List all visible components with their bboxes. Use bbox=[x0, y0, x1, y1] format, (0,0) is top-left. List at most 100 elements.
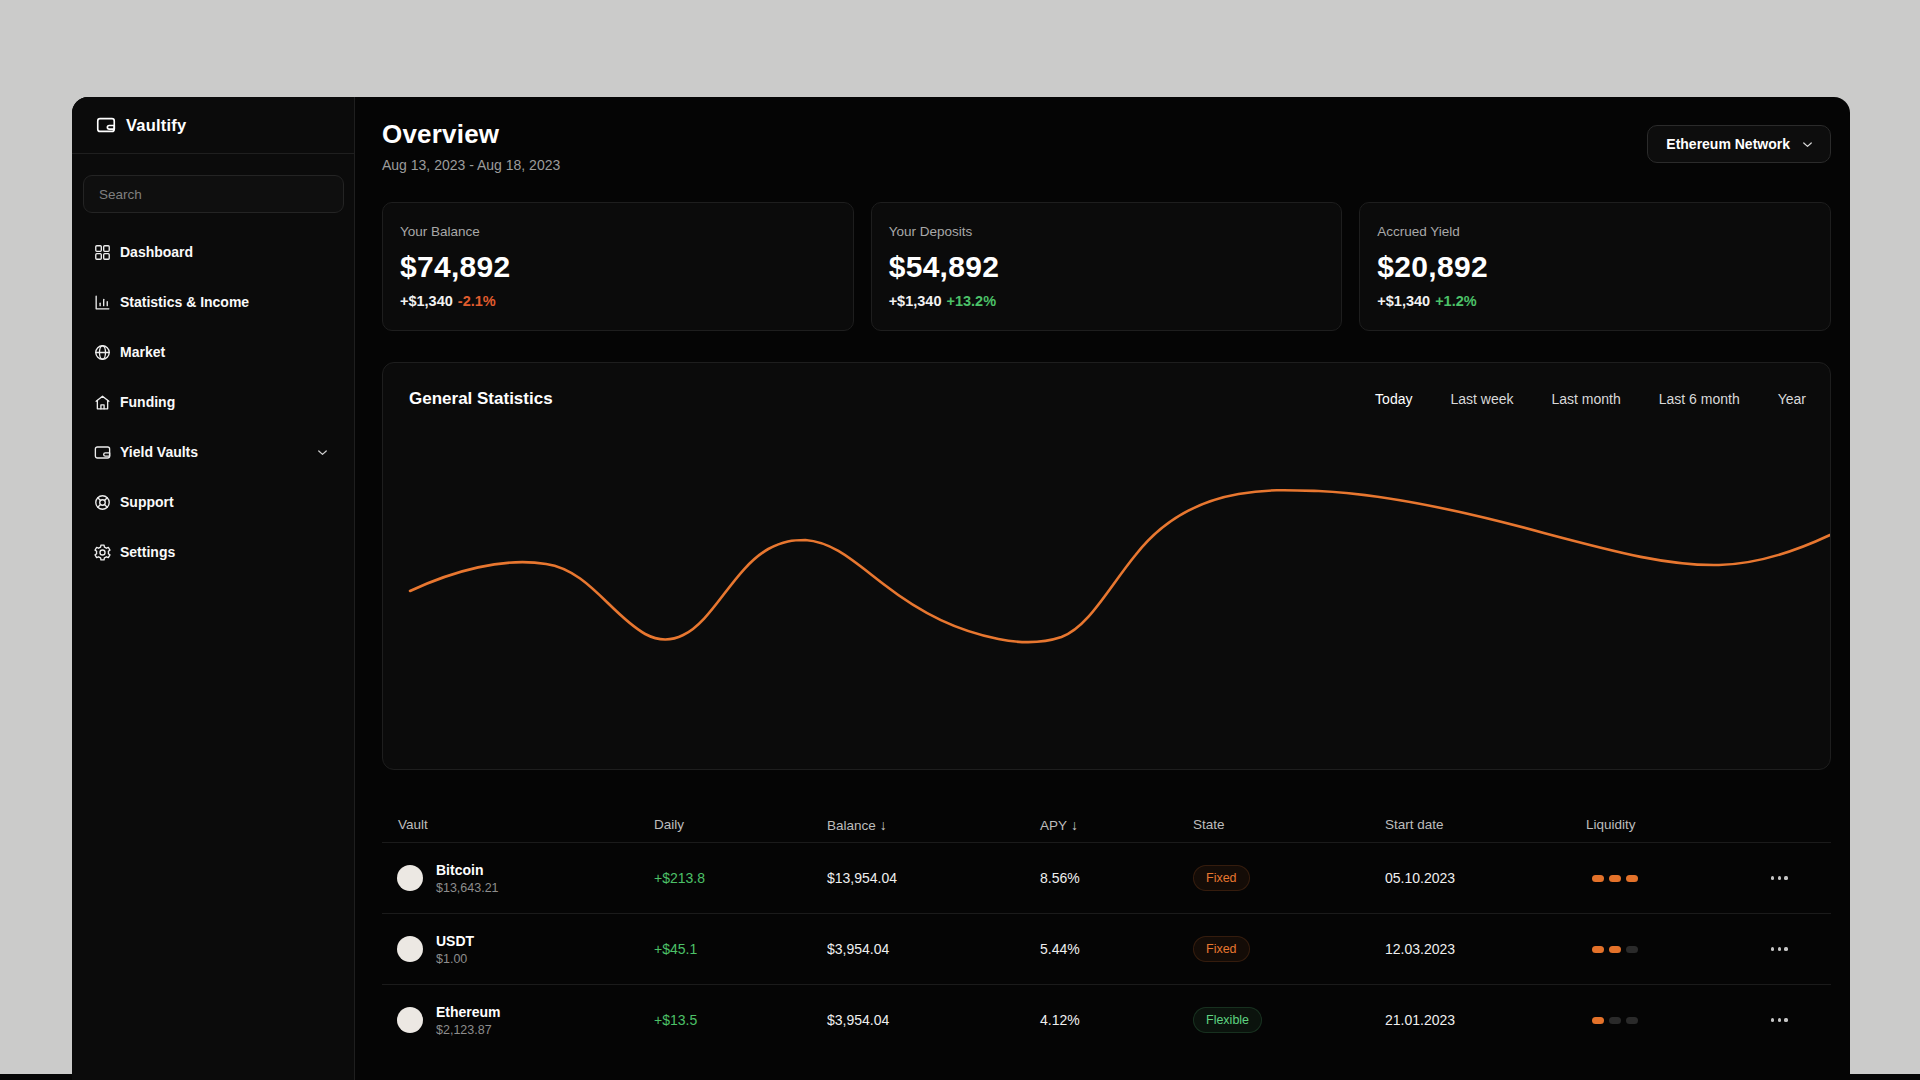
home-icon bbox=[93, 393, 112, 412]
stat-card-value: $54,892 bbox=[889, 250, 1324, 284]
chevron-down-icon bbox=[315, 445, 330, 460]
sidebar-item-funding[interactable]: Funding bbox=[72, 377, 354, 427]
topbar: Overview Aug 13, 2023 - Aug 18, 2023 Eth… bbox=[382, 119, 1831, 173]
start-date: 21.01.2023 bbox=[1385, 1012, 1586, 1028]
search-input[interactable] bbox=[83, 175, 344, 213]
chevron-down-icon bbox=[1800, 137, 1815, 152]
apy-value: 8.56% bbox=[1040, 870, 1193, 886]
sidebar-item-label: Funding bbox=[120, 394, 175, 410]
sidebar-item-settings[interactable]: Settings bbox=[72, 527, 354, 577]
row-actions-button[interactable] bbox=[1755, 876, 1831, 879]
daily-change: +$45.1 bbox=[654, 941, 827, 957]
balance-value: $3,954.04 bbox=[827, 941, 1040, 957]
card-delta-pct-0: -2.1% bbox=[458, 293, 496, 309]
col-apy[interactable]: APY↓ bbox=[1040, 817, 1193, 833]
daily-change: +$13.5 bbox=[654, 1012, 827, 1028]
brand-name: Vaultify bbox=[126, 116, 186, 135]
sort-down-icon: ↓ bbox=[880, 817, 887, 833]
table-row-ethereum[interactable]: Ethereum $2,123.87 +$13.5 $3,954.04 4.12… bbox=[382, 984, 1831, 1055]
sidebar-item-label: Dashboard bbox=[120, 244, 193, 260]
app-window: Vaultify Dashboard Statistics & Income M… bbox=[72, 97, 1850, 1080]
line-chart bbox=[383, 363, 1830, 769]
sidebar-item-dashboard[interactable]: Dashboard bbox=[72, 227, 354, 277]
col-state: State bbox=[1193, 817, 1385, 832]
vault-cell: USDT $1.00 bbox=[382, 933, 654, 966]
liquidity-indicator-2 bbox=[1586, 1017, 1755, 1024]
coin-avatar bbox=[397, 1007, 423, 1033]
col-daily: Daily bbox=[654, 817, 827, 832]
coin-avatar bbox=[397, 936, 423, 962]
bar-chart-icon bbox=[93, 293, 112, 312]
state-badge-0: Fixed bbox=[1193, 865, 1250, 891]
chart-line bbox=[410, 490, 1830, 642]
wallet-icon bbox=[93, 443, 112, 462]
row-actions-button[interactable] bbox=[1755, 1018, 1831, 1021]
general-statistics-card: General Statistics Today Last week Last … bbox=[382, 362, 1831, 770]
globe-icon bbox=[93, 343, 112, 362]
card-delta-pct-1: +13.2% bbox=[946, 293, 996, 309]
vault-cell: Ethereum $2,123.87 bbox=[382, 1004, 654, 1037]
dashboard-icon bbox=[93, 243, 112, 262]
vault-name: Bitcoin bbox=[436, 862, 499, 878]
vault-name: USDT bbox=[436, 933, 474, 949]
row-actions-button[interactable] bbox=[1755, 947, 1831, 950]
sidebar-item-label: Statistics & Income bbox=[120, 294, 249, 310]
vault-price: $2,123.87 bbox=[436, 1023, 501, 1037]
apy-value: 5.44% bbox=[1040, 941, 1193, 957]
daily-change: +$213.8 bbox=[654, 870, 827, 886]
lifebuoy-icon bbox=[93, 493, 112, 512]
stat-card-deposits: Your Deposits $54,892 +$1,340+13.2% bbox=[871, 202, 1343, 331]
stat-card-value: $20,892 bbox=[1377, 250, 1812, 284]
stat-card-yield: Accrued Yield $20,892 +$1,340+1.2% bbox=[1359, 202, 1831, 331]
apy-value: 4.12% bbox=[1040, 1012, 1193, 1028]
balance-value: $13,954.04 bbox=[827, 870, 1040, 886]
vaults-table: Vault Daily Balance↓ APY↓ State Start da… bbox=[382, 807, 1831, 1055]
sidebar-item-statistics[interactable]: Statistics & Income bbox=[72, 277, 354, 327]
table-header: Vault Daily Balance↓ APY↓ State Start da… bbox=[382, 807, 1831, 842]
sidebar-item-label: Yield Vaults bbox=[120, 444, 198, 460]
sidebar-item-yield-vaults[interactable]: Yield Vaults bbox=[72, 427, 354, 477]
stat-card-label: Your Deposits bbox=[889, 224, 1324, 239]
col-start-date: Start date bbox=[1385, 817, 1586, 832]
col-vault: Vault bbox=[382, 817, 654, 832]
card-delta-pct-2: +1.2% bbox=[1435, 293, 1477, 309]
sidebar-item-label: Market bbox=[120, 344, 165, 360]
stat-card-delta: +$1,340+1.2% bbox=[1377, 293, 1812, 309]
date-range: Aug 13, 2023 - Aug 18, 2023 bbox=[382, 157, 560, 173]
sidebar: Vaultify Dashboard Statistics & Income M… bbox=[72, 97, 355, 1080]
table-row-bitcoin[interactable]: Bitcoin $13,643.21 +$213.8 $13,954.04 8.… bbox=[382, 842, 1831, 913]
gear-icon bbox=[93, 543, 112, 562]
vault-cell: Bitcoin $13,643.21 bbox=[382, 862, 654, 895]
col-balance[interactable]: Balance↓ bbox=[827, 817, 1040, 833]
network-selector-button[interactable]: Ethereum Network bbox=[1647, 125, 1831, 163]
wallet-logo-icon bbox=[95, 114, 117, 136]
vault-name: Ethereum bbox=[436, 1004, 501, 1020]
network-selector-label: Ethereum Network bbox=[1666, 136, 1790, 152]
balance-value: $3,954.04 bbox=[827, 1012, 1040, 1028]
state-badge-1: Fixed bbox=[1193, 936, 1250, 962]
vault-price: $1.00 bbox=[436, 952, 474, 966]
coin-avatar bbox=[397, 865, 423, 891]
page-title: Overview bbox=[382, 119, 560, 150]
sidebar-item-label: Support bbox=[120, 494, 174, 510]
stat-card-delta: +$1,340+13.2% bbox=[889, 293, 1324, 309]
sort-down-icon: ↓ bbox=[1071, 817, 1078, 833]
stat-card-value: $74,892 bbox=[400, 250, 835, 284]
stat-card-balance: Your Balance $74,892 +$1,340-2.1% bbox=[382, 202, 854, 331]
stat-card-delta: +$1,340-2.1% bbox=[400, 293, 835, 309]
liquidity-indicator-0 bbox=[1586, 875, 1755, 882]
sidebar-nav: Dashboard Statistics & Income Market Fun… bbox=[72, 227, 354, 577]
logo: Vaultify bbox=[72, 97, 354, 154]
state-badge-2: Flexible bbox=[1193, 1007, 1262, 1033]
stat-card-label: Your Balance bbox=[400, 224, 835, 239]
vault-price: $13,643.21 bbox=[436, 881, 499, 895]
start-date: 05.10.2023 bbox=[1385, 870, 1586, 886]
start-date: 12.03.2023 bbox=[1385, 941, 1586, 957]
sidebar-item-label: Settings bbox=[120, 544, 175, 560]
stat-card-label: Accrued Yield bbox=[1377, 224, 1812, 239]
sidebar-item-support[interactable]: Support bbox=[72, 477, 354, 527]
stat-cards: Your Balance $74,892 +$1,340-2.1% Your D… bbox=[382, 202, 1831, 331]
table-row-usdt[interactable]: USDT $1.00 +$45.1 $3,954.04 5.44% Fixed … bbox=[382, 913, 1831, 984]
sidebar-item-market[interactable]: Market bbox=[72, 327, 354, 377]
main-content: Overview Aug 13, 2023 - Aug 18, 2023 Eth… bbox=[355, 97, 1850, 1080]
